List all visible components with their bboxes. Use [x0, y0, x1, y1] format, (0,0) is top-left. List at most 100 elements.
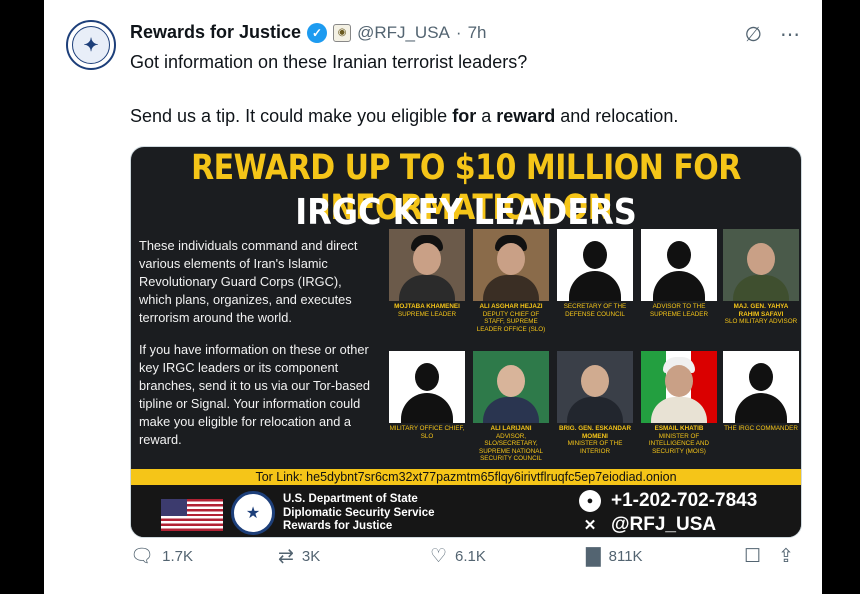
leader-card: MOJTABA KHAMENEI SUPREME LEADER: [389, 229, 465, 318]
reply-icon: 🗨: [130, 546, 155, 567]
leader-photo: [473, 351, 549, 423]
like-icon: ♡: [430, 545, 448, 567]
text-fragment: a: [476, 106, 497, 126]
text-bold: reward: [496, 106, 556, 126]
leader-photo: [473, 229, 549, 301]
leader-caption: SECRETARY OF THE DEFENSE COUNCIL: [557, 303, 633, 318]
reply-count: 1.7K: [162, 547, 193, 565]
leader-title: MILITARY OFFICE CHIEF, SLO: [389, 425, 465, 440]
author-handle[interactable]: @RFJ_USA: [357, 23, 450, 43]
us-flag-icon: [161, 499, 223, 531]
description-paragraph: These individuals command and direct var…: [139, 238, 358, 325]
leader-caption: BRIG. GEN. ESKANDAR MOMENI MINISTER OF TH…: [557, 425, 633, 455]
poster-footer: ★ U.S. Department of State Diplomatic Se…: [131, 485, 801, 537]
reply-button[interactable]: 🗨 1.7K: [130, 544, 193, 568]
author-name[interactable]: Rewards for Justice: [130, 22, 301, 43]
views-button[interactable]: ▇ 811K: [586, 545, 643, 568]
leader-card: MAJ. GEN. YAHYA RAHIM SAFAVI SLO MILITARY…: [723, 229, 799, 326]
tweet-text-line1: Got information on these Iranian terrori…: [130, 52, 528, 72]
separator: ·: [455, 22, 462, 42]
description-paragraph: If you have information on these or othe…: [139, 342, 370, 447]
government-badge-icon: ◉: [333, 23, 352, 42]
silhouette-photo: [723, 351, 799, 423]
retweet-count: 3K: [301, 547, 321, 565]
leader-name: ALI ASGHAR HEJAZI: [479, 303, 543, 310]
x-handle: @RFJ_USA: [611, 514, 717, 535]
poster-description: These individuals command and direct var…: [139, 237, 371, 463]
leader-card: SECRETARY OF THE DEFENSE COUNCIL: [557, 229, 633, 318]
department-name: U.S. Department of State: [283, 493, 418, 505]
avatar[interactable]: ✦: [66, 20, 116, 70]
contact-block: ● +1-202-702-7843 ✕ @RFJ_USA: [579, 489, 757, 537]
like-count: 6.1K: [455, 547, 486, 565]
text-fragment: Send us a tip. It could make you eligibl…: [130, 106, 453, 126]
x-logo-icon: ✕: [583, 517, 597, 534]
leader-card: ESMAIL KHATIB MINISTER OF INTELLIGENCE AN…: [641, 351, 717, 455]
leader-title: MINISTER OF INTELLIGENCE AND SECURITY (M…: [648, 432, 710, 455]
state-department-seal-icon: ★: [231, 491, 275, 535]
leader-card: ADVISOR TO THE SUPREME LEADER: [641, 229, 717, 318]
signal-icon: ●: [579, 490, 601, 512]
silhouette-photo: [557, 229, 633, 301]
leader-caption: ESMAIL KHATIB MINISTER OF INTELLIGENCE AN…: [641, 425, 717, 455]
phone-row: ● +1-202-702-7843: [579, 489, 757, 513]
leader-name: ALI LARIJANI: [490, 425, 532, 432]
leader-title: SECRETARY OF THE DEFENSE COUNCIL: [563, 303, 627, 318]
views-count: 811K: [608, 547, 643, 565]
share-button[interactable]: ⇪: [778, 545, 794, 568]
leader-caption: ALI LARIJANI ADVISOR, SLO/SECRETARY, SUPR…: [473, 425, 549, 463]
leader-photo: [641, 351, 717, 423]
department-block: U.S. Department of State Diplomatic Secu…: [283, 493, 434, 534]
leader-caption: MILITARY OFFICE CHIEF, SLO: [389, 425, 465, 440]
leader-title: SLO MILITARY ADVISOR: [724, 318, 798, 326]
views-icon: ▇: [586, 545, 601, 567]
leader-card: ALI LARIJANI ADVISOR, SLO/SECRETARY, SUPR…: [473, 351, 549, 463]
grok-icon[interactable]: ∅: [745, 22, 762, 47]
silhouette-photo: [641, 229, 717, 301]
eagle-seal-icon: ✦: [72, 26, 110, 64]
leader-card: THE IRGC COMMANDER: [723, 351, 799, 433]
top-actions: ∅ ⋯: [745, 22, 800, 47]
leader-card: MILITARY OFFICE CHIEF, SLO: [389, 351, 465, 440]
tweet-image[interactable]: REWARD UP TO $10 MILLION FOR INFORMATION…: [130, 146, 802, 538]
timestamp[interactable]: 7h: [468, 23, 487, 43]
leader-name: BRIG. GEN. ESKANDAR MOMENI: [558, 425, 632, 440]
retweet-icon: ⇄: [278, 545, 294, 567]
leader-photo: [389, 229, 465, 301]
leader-name: MAJ. GEN. YAHYA RAHIM SAFAVI: [733, 303, 789, 318]
tor-link: Tor Link: he5dybnt7sr6cm32xt77pazmtm65fl…: [131, 469, 801, 485]
retweet-button[interactable]: ⇄ 3K: [278, 545, 320, 568]
phone-number: +1-202-702-7843: [611, 490, 758, 511]
leader-photo: [723, 229, 799, 301]
bookmark-button[interactable]: ☐: [744, 545, 761, 568]
poster-subtitle: IRGC KEY LEADERS: [295, 191, 637, 233]
text-fragment: and relocation.: [555, 106, 679, 126]
leader-card: ALI ASGHAR HEJAZI DEPUTY CHIEF OF STAFF, …: [473, 229, 549, 333]
tweet-text-line2: Send us a tip. It could make you eligibl…: [130, 106, 678, 127]
department-service: Diplomatic Security Service: [283, 506, 435, 519]
x-row: ✕ @RFJ_USA: [579, 513, 757, 537]
silhouette-photo: [389, 351, 465, 423]
leader-card: BRIG. GEN. ESKANDAR MOMENI MINISTER OF TH…: [557, 351, 633, 455]
leader-caption: ALI ASGHAR HEJAZI DEPUTY CHIEF OF STAFF, …: [473, 303, 549, 333]
leader-caption: MAJ. GEN. YAHYA RAHIM SAFAVI SLO MILITARY…: [723, 303, 799, 326]
tweet-header: Rewards for Justice ✓ ◉ @RFJ_USA · 7h: [130, 22, 486, 43]
like-button[interactable]: ♡ 6.1K: [430, 545, 486, 568]
leader-title: ADVISOR TO THE SUPREME LEADER: [649, 303, 709, 318]
leader-caption: MOJTABA KHAMENEI SUPREME LEADER: [389, 303, 465, 318]
leader-photo: [557, 351, 633, 423]
leader-name: MOJTABA KHAMENEI: [394, 303, 460, 310]
leader-title: THE IRGC COMMANDER: [724, 425, 798, 432]
tweet-card: ✦ Rewards for Justice ✓ ◉ @RFJ_USA · 7h …: [44, 0, 822, 594]
verified-icon: ✓: [307, 22, 328, 43]
more-icon[interactable]: ⋯: [780, 22, 800, 47]
leader-title: MINISTER OF THE INTERIOR: [567, 440, 623, 455]
department-program: Rewards for Justice: [283, 520, 393, 532]
leader-title: SUPREME LEADER: [397, 310, 457, 318]
leader-title: ADVISOR, SLO/SECRETARY, SUPREME NATIONAL…: [479, 432, 543, 463]
share-icon: ⇪: [778, 545, 794, 567]
leader-name: ESMAIL KHATIB: [654, 425, 704, 432]
leader-title: DEPUTY CHIEF OF STAFF, SUPREME LEADER OF…: [476, 310, 546, 333]
leader-caption: ADVISOR TO THE SUPREME LEADER: [641, 303, 717, 318]
leader-caption: THE IRGC COMMANDER: [723, 425, 799, 433]
